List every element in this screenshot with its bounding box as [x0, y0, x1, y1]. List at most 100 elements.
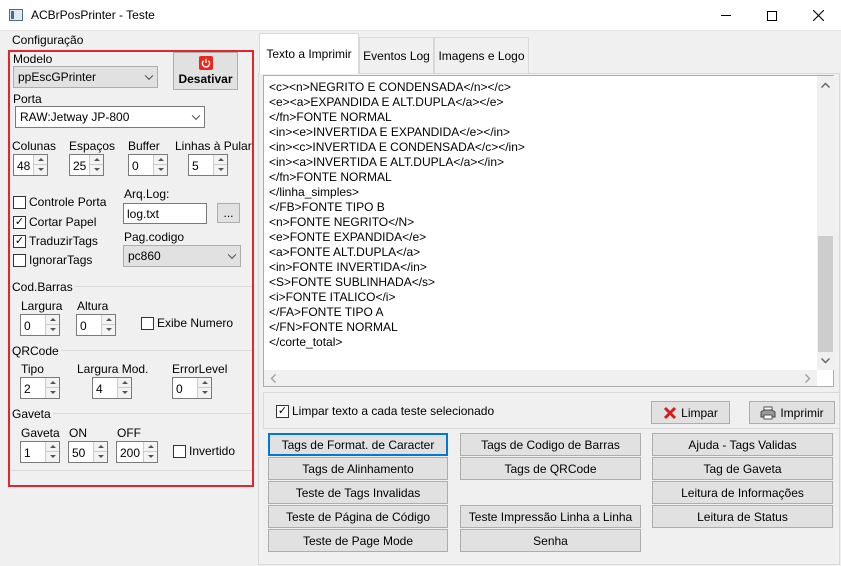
tag-gaveta-button[interactable]: Tag de Gaveta: [652, 457, 833, 480]
controle-porta-checkbox[interactable]: Controle Porta: [13, 195, 106, 209]
limpar-button[interactable]: Limpar: [651, 401, 730, 424]
spin-down-icon[interactable]: [102, 325, 115, 335]
modelo-select[interactable]: ppEscGPrinter: [13, 66, 158, 88]
chevron-down-icon: [227, 250, 237, 260]
scroll-down-icon[interactable]: [821, 358, 830, 364]
memo-line: <e><a>EXPANDIDA E ALT.DUPLA</a></e>: [269, 95, 504, 109]
teste-impressao-linha-button[interactable]: Teste Impressão Linha a Linha: [460, 505, 641, 528]
cortar-papel-checkbox[interactable]: ✓ Cortar Papel: [13, 215, 96, 229]
maximize-button[interactable]: [749, 0, 795, 31]
spin-up-icon[interactable]: [46, 442, 59, 452]
leitura-status-button[interactable]: Leitura de Status: [652, 505, 833, 528]
errorlevel-spinner[interactable]: 0: [172, 377, 212, 399]
spin-up-icon[interactable]: [214, 155, 227, 165]
spin-down-icon[interactable]: [34, 165, 47, 175]
teste-tags-invalidas-button[interactable]: Teste de Tags Invalidas: [268, 481, 448, 504]
ignorar-tags-checkbox[interactable]: IgnorarTags: [13, 253, 92, 267]
spin-down-icon[interactable]: [144, 452, 157, 462]
check-icon[interactable]: ✓: [13, 234, 26, 248]
tags-format-caracter-button[interactable]: Tags de Format. de Caracter: [268, 433, 448, 456]
controle-porta-label: Controle Porta: [29, 195, 107, 209]
on-spinner[interactable]: 50: [68, 441, 108, 463]
exibe-numero-checkbox[interactable]: Exibe Numero: [141, 316, 233, 330]
spin-up-icon[interactable]: [144, 442, 157, 452]
check-icon[interactable]: ✓: [13, 215, 26, 229]
spin-down-icon[interactable]: [94, 452, 107, 462]
desativar-button[interactable]: Desativar: [173, 52, 238, 90]
altura-spinner[interactable]: 0: [76, 314, 116, 336]
colunas-spinner[interactable]: 48: [13, 154, 48, 176]
memo-line: <e>FONTE EXPANDIDA</e>: [269, 230, 427, 244]
vertical-scrollbar[interactable]: [817, 76, 834, 370]
button-label: Teste Impressão Linha a Linha: [468, 509, 633, 524]
ajuda-tags-validas-button[interactable]: Ajuda - Tags Validas: [652, 433, 833, 456]
spin-up-icon[interactable]: [34, 155, 47, 165]
porta-select[interactable]: RAW:Jetway JP-800: [15, 106, 205, 128]
spin-up-icon[interactable]: [94, 442, 107, 452]
gaveta-spinner[interactable]: 1: [20, 441, 60, 463]
memo-line: <in><e>INVERTIDA E EXPANDIDA</e></in>: [269, 125, 511, 139]
espacos-spinner[interactable]: 25: [69, 154, 104, 176]
tab-eventos-log[interactable]: Eventos Log: [359, 37, 434, 73]
spin-up-icon[interactable]: [46, 378, 59, 388]
teste-page-mode-button[interactable]: Teste de Page Mode: [268, 529, 448, 552]
largura-mod-spinner[interactable]: 4: [92, 377, 132, 399]
buffer-value: 0: [132, 159, 139, 173]
spin-down-icon[interactable]: [46, 452, 59, 462]
largura-spinner[interactable]: 0: [20, 314, 60, 336]
browse-button[interactable]: ...: [217, 203, 240, 223]
teste-pagina-codigo-button[interactable]: Teste de Página de Código: [268, 505, 448, 528]
modelo-label: Modelo: [13, 52, 53, 66]
spin-up-icon[interactable]: [102, 315, 115, 325]
espacos-label: Espaços: [69, 139, 116, 153]
spin-up-icon[interactable]: [46, 315, 59, 325]
scroll-right-icon[interactable]: [805, 374, 811, 383]
buffer-spinner[interactable]: 0: [128, 154, 168, 176]
pagcodigo-label: Pag.codigo: [124, 230, 185, 244]
spin-down-icon[interactable]: [46, 325, 59, 335]
checkbox-box[interactable]: [13, 253, 26, 267]
largura-value: 0: [24, 319, 31, 333]
spin-down-icon[interactable]: [46, 388, 59, 398]
scroll-thumb[interactable]: [818, 236, 833, 352]
scroll-left-icon[interactable]: [270, 374, 276, 383]
tipo-spinner[interactable]: 2: [20, 377, 60, 399]
spin-up-icon[interactable]: [198, 378, 211, 388]
off-spinner[interactable]: 200: [116, 441, 158, 463]
spin-up-icon[interactable]: [118, 378, 131, 388]
traduzir-tags-checkbox[interactable]: ✓ TraduzirTags: [13, 234, 98, 248]
spin-down-icon[interactable]: [214, 165, 227, 175]
horizontal-scrollbar[interactable]: [264, 370, 817, 386]
linhas-spinner[interactable]: 5: [188, 154, 228, 176]
spin-up-icon[interactable]: [90, 155, 103, 165]
spin-down-icon[interactable]: [154, 165, 167, 175]
tab-texto-imprimir[interactable]: Texto a Imprimir: [259, 33, 359, 74]
leitura-informacoes-button[interactable]: Leitura de Informações: [652, 481, 833, 504]
pagcodigo-select[interactable]: pc860: [123, 245, 241, 267]
imprimir-button[interactable]: Imprimir: [749, 401, 835, 424]
spin-down-icon[interactable]: [118, 388, 131, 398]
tags-qrcode-button[interactable]: Tags de QRCode: [460, 457, 641, 480]
button-label: Ajuda - Tags Validas: [688, 437, 797, 452]
memo-line: </FN>FONTE NORMAL: [269, 320, 398, 334]
spin-down-icon[interactable]: [90, 165, 103, 175]
check-icon[interactable]: ✓: [276, 404, 289, 418]
arqlog-input[interactable]: log.txt: [123, 203, 207, 224]
text-memo[interactable]: <c><n>NEGRITO E CONDENSADA</n></c> <e><a>…: [263, 75, 834, 387]
spin-down-icon[interactable]: [198, 388, 211, 398]
close-button[interactable]: [795, 0, 841, 31]
minimize-button[interactable]: [703, 0, 749, 31]
memo-line: </linha_simples>: [269, 185, 360, 199]
limpar-texto-checkbox[interactable]: ✓ Limpar texto a cada teste selecionado: [276, 404, 494, 418]
tags-codigo-barras-button[interactable]: Tags de Codigo de Barras: [460, 433, 641, 456]
spin-up-icon[interactable]: [154, 155, 167, 165]
invertido-checkbox[interactable]: Invertido: [173, 444, 235, 458]
tab-label: Texto a Imprimir: [266, 47, 352, 61]
tab-imagens-logo[interactable]: Imagens e Logo: [434, 37, 529, 73]
scroll-up-icon[interactable]: [821, 82, 830, 88]
checkbox-box[interactable]: [13, 195, 26, 209]
checkbox-box[interactable]: [173, 444, 186, 458]
tags-alinhamento-button[interactable]: Tags de Alinhamento: [268, 457, 448, 480]
senha-button[interactable]: Senha: [460, 529, 641, 552]
checkbox-box[interactable]: [141, 316, 154, 330]
